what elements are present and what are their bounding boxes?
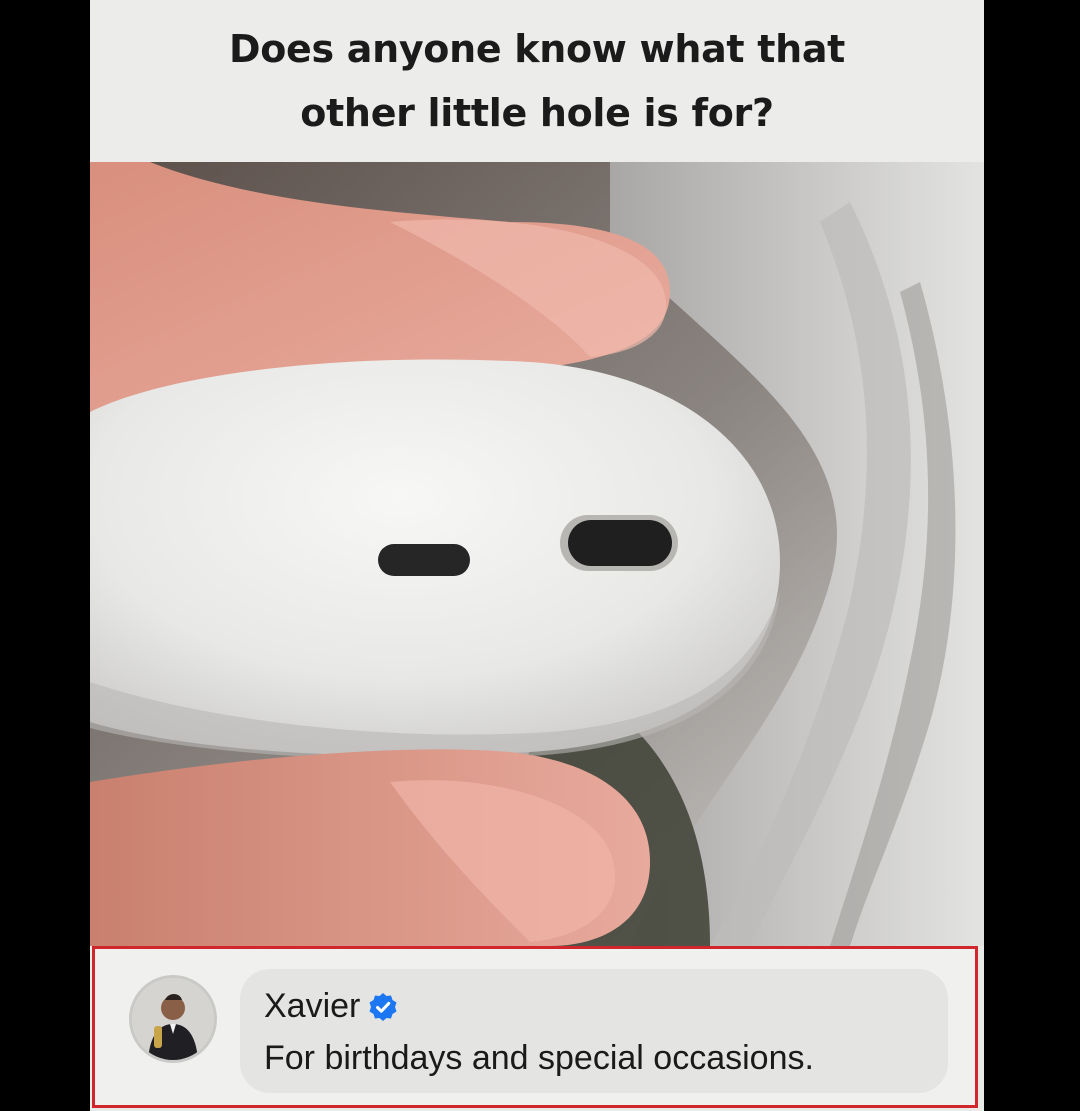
commenter-row: Xavier [264, 987, 398, 1026]
highlighted-comment: Xavier For birthdays and special occasio… [92, 946, 978, 1108]
post-photo [90, 162, 984, 946]
meme-frame: Does anyone know what that other little … [0, 0, 1080, 1111]
caption-area: Does anyone know what that other little … [90, 0, 984, 162]
meme-panel: Does anyone know what that other little … [90, 0, 984, 1111]
post-caption: Does anyone know what that other little … [228, 27, 846, 135]
comment-bubble: Xavier For birthdays and special occasio… [240, 969, 948, 1093]
comment-text: For birthdays and special occasions. [264, 1039, 814, 1077]
verified-badge-icon [368, 992, 398, 1022]
avatar[interactable] [129, 975, 217, 1063]
earbud-case-photo [90, 162, 984, 946]
commenter-name[interactable]: Xavier [264, 987, 360, 1026]
avatar-person-icon [132, 978, 214, 1060]
